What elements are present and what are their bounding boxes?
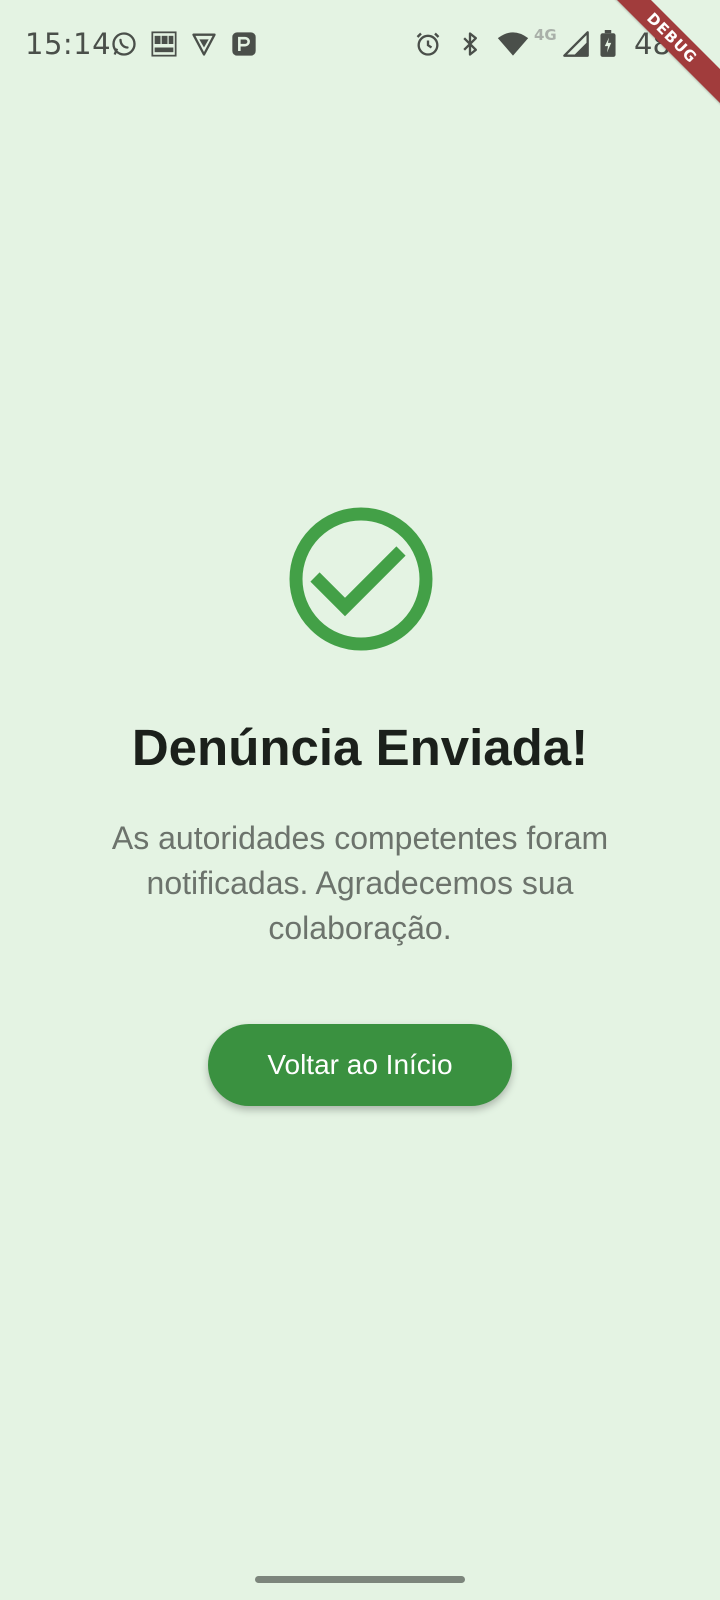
gesture-nav-bar[interactable]: [255, 1576, 465, 1583]
vpn-shield-icon: [192, 33, 216, 56]
check-circle-icon: [289, 507, 433, 651]
network-type-label: 4G: [534, 26, 557, 44]
calendar-days-icon: [151, 31, 177, 57]
cell-signal-icon: [563, 31, 589, 57]
status-time: 15:14: [25, 27, 112, 61]
success-message: As autoridades competentes foram notific…: [111, 820, 609, 946]
whatsapp-icon: [112, 32, 136, 56]
page-title: Denúncia Enviada!: [131, 719, 589, 776]
battery-charging-icon: [600, 30, 616, 57]
alarm-icon: [416, 32, 440, 56]
back-to-home-button[interactable]: Voltar ao Início: [208, 1024, 512, 1106]
wifi-icon: [497, 32, 529, 56]
bluetooth-icon: [463, 32, 477, 56]
status-bar: 15:14 4G 48 DEBUG: [0, 0, 720, 118]
parking-app-icon: [232, 32, 256, 56]
